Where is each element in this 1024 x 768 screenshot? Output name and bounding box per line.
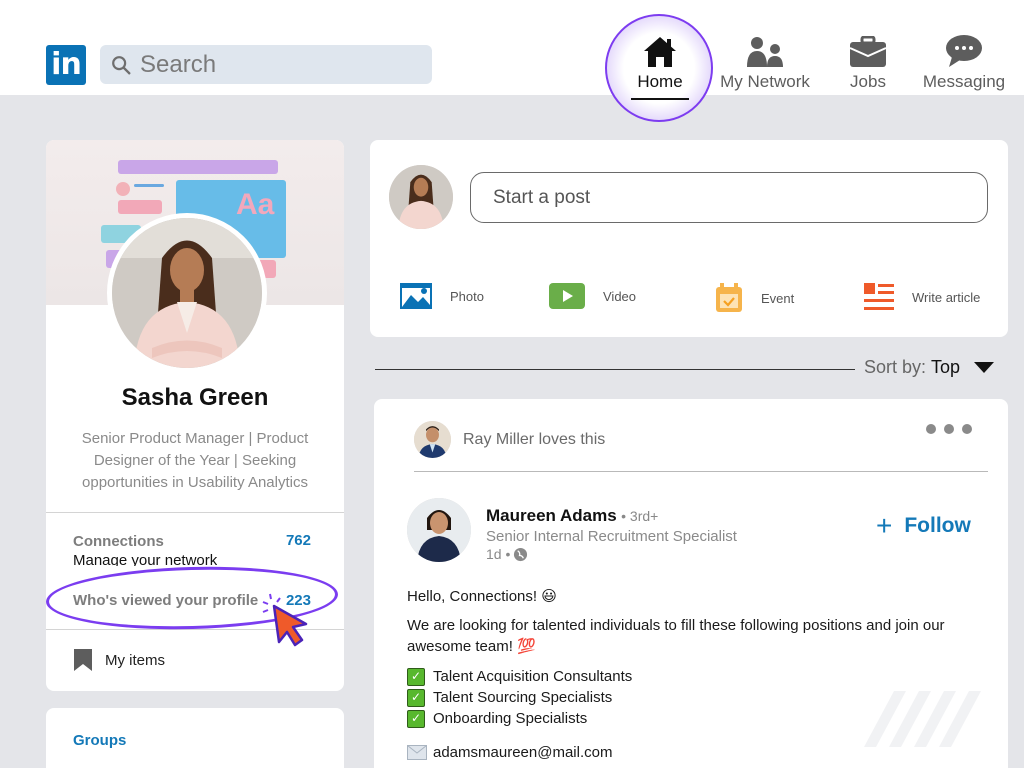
write-article-button[interactable]: Write article [864,283,980,311]
video-icon [549,283,585,309]
ray-miller-photo [414,421,451,458]
post-activity: Ray Miller loves this [414,421,605,458]
globe-icon [513,547,528,562]
position-name: Talent Sourcing Specialists [433,689,612,706]
list-item: ✓ Talent Acquisition Consultants [407,666,632,687]
search-icon [110,54,132,76]
start-post-input[interactable]: Start a post [470,172,988,223]
post-composer: Start a post Photo Video Event Write art… [370,140,1008,337]
search-input[interactable] [140,51,420,79]
linkedin-logo[interactable]: in [46,45,86,85]
nav-home-label: Home [630,72,690,92]
list-item: ✓ Talent Sourcing Specialists [407,687,632,708]
connection-degree: • 3rd+ [621,508,658,524]
list-item: ✓ Onboarding Specialists [407,708,632,729]
checkmark-icon: ✓ [407,668,425,686]
position-name: Onboarding Specialists [433,710,587,727]
nav-messaging-label: Messaging [918,72,1010,92]
user-photo [389,165,453,229]
post-body-line: We are looking for talented individuals … [407,615,945,636]
sort-value: Top [931,357,960,378]
ray-miller-avatar[interactable] [414,421,451,458]
author-title: Senior Internal Recruitment Specialist [486,528,737,545]
post-author: Maureen Adams • 3rd+ Senior Internal Rec… [486,506,737,562]
checkmark-icon: ✓ [407,689,425,707]
checkmark-icon: ✓ [407,710,425,728]
post-greeting: Hello, Connections! 😃 [407,586,557,607]
briefcase-icon [849,36,887,68]
divider [414,471,988,472]
post-body: We are looking for talented individuals … [407,615,945,657]
caret-down-icon [974,362,994,373]
calendar-icon [715,283,743,313]
top-navigation-bar: in Home My Network Jobs Messaging [0,0,1024,95]
people-icon [745,36,785,68]
nav-my-network-label: My Network [716,72,814,92]
nav-my-network[interactable]: My Network [716,34,814,92]
feed-post: Ray Miller loves this Maureen Adams • 3r… [374,399,1008,768]
follow-button[interactable]: + Follow [876,514,971,538]
video-label: Video [603,289,636,304]
active-tab-indicator [631,98,689,100]
nav-jobs-label: Jobs [838,72,898,92]
nav-messaging[interactable]: Messaging [918,34,1010,92]
profile-name[interactable]: Sasha Green [46,384,344,412]
video-button[interactable]: Video [549,283,636,309]
envelope-icon [407,745,427,760]
groups-link[interactable]: Groups [73,732,126,749]
activity-text: Ray Miller loves this [463,431,605,449]
my-items-link[interactable]: My items [73,648,165,672]
email-text: adamsmaureen@mail.com [433,744,612,761]
post-time: 1d • [486,546,510,562]
plus-icon: + [876,516,892,536]
cursor-pointer-icon [260,592,310,648]
photo-label: Photo [450,289,484,304]
event-label: Event [761,291,794,306]
search-bar[interactable] [100,45,432,84]
decorative-swoosh [844,689,984,749]
banner-aa-text: Aa [236,188,274,222]
connections-count[interactable]: 762 [286,532,311,549]
nav-jobs[interactable]: Jobs [838,34,898,92]
position-name: Talent Acquisition Consultants [433,668,632,685]
maureen-adams-photo [407,498,471,562]
home-icon [643,36,677,68]
profile-views-label[interactable]: Who's viewed your profile [73,592,258,609]
photo-button[interactable]: Photo [400,283,484,309]
post-body-line: awesome team! 💯 [407,636,945,657]
event-button[interactable]: Event [715,283,794,313]
bookmark-icon [73,648,93,672]
sort-label: Sort by: [864,357,926,378]
nav-home[interactable]: Home [630,34,690,100]
my-items-label: My items [105,652,165,669]
manage-network-link[interactable]: Manage your network [73,552,217,566]
author-name[interactable]: Maureen Adams [486,506,617,525]
chat-bubble-icon [945,34,983,68]
author-avatar[interactable] [407,498,471,562]
composer-avatar[interactable] [389,165,453,229]
positions-list: ✓ Talent Acquisition Consultants ✓ Talent … [407,666,632,729]
follow-label: Follow [904,514,971,538]
profile-photo [112,218,262,368]
connections-label[interactable]: Connections [73,533,164,550]
profile-headline: Senior Product Manager | Product Designe… [58,428,332,494]
divider [46,512,344,513]
photo-icon [400,283,432,309]
feed-divider [375,369,855,370]
sort-dropdown[interactable]: Sort by: Top [864,357,994,378]
groups-card: Groups [46,708,344,768]
write-article-label: Write article [912,290,980,305]
contact-email[interactable]: adamsmaureen@mail.com [407,744,612,761]
more-options-button[interactable] [926,424,972,434]
article-icon [864,283,894,311]
profile-avatar[interactable] [107,213,267,373]
